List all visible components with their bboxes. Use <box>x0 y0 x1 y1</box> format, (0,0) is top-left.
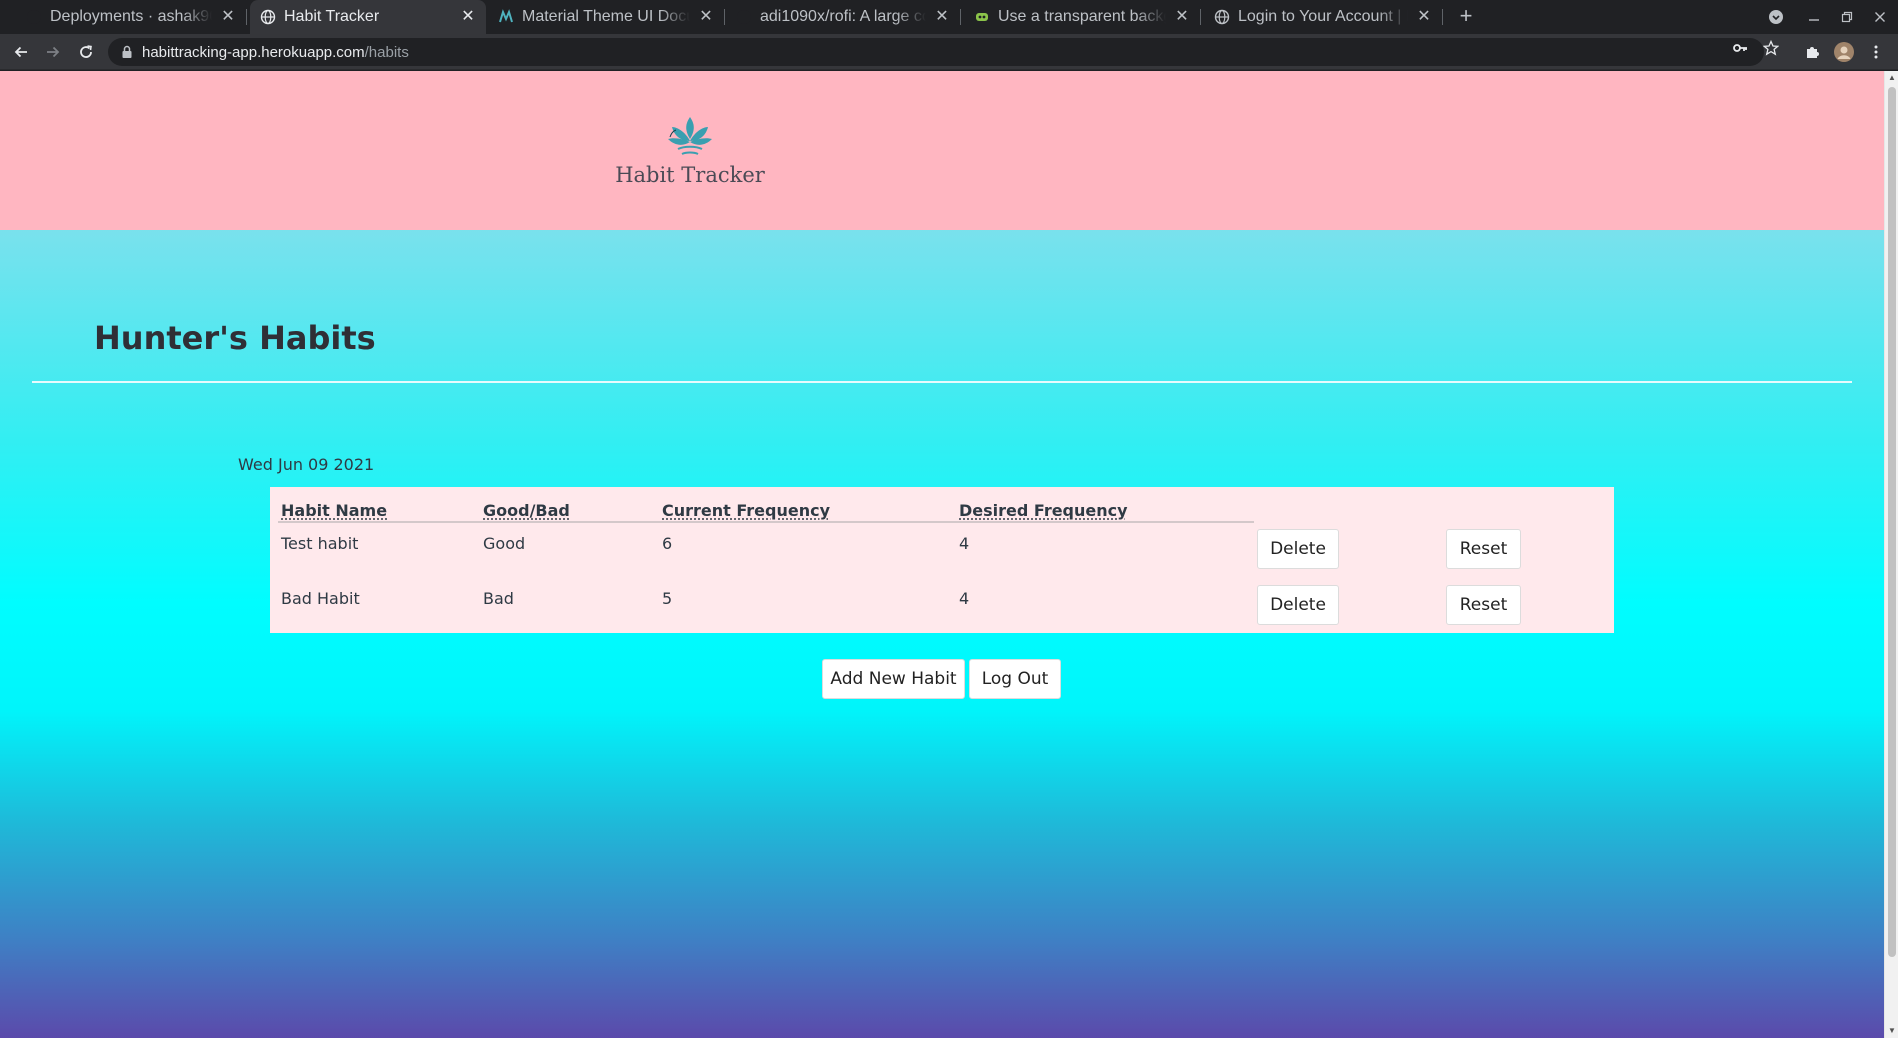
add-new-habit-button[interactable]: Add New Habit <box>822 659 965 699</box>
tab-title: Login to Your Account | Bo <box>1238 8 1408 25</box>
profile-avatar[interactable] <box>1832 40 1856 64</box>
material-theme-icon <box>498 9 514 25</box>
tinypng-icon <box>974 9 990 25</box>
page-viewport: Habit Tracker Hunter's Habits Wed Jun 09… <box>0 71 1884 1038</box>
minimize-icon[interactable] <box>1803 6 1825 28</box>
back-icon[interactable] <box>9 40 33 64</box>
habit-name-cell: Test habit <box>281 534 359 553</box>
page-title: Hunter's Habits <box>94 319 376 357</box>
desired-frequency-cell: 4 <box>959 589 970 608</box>
browser-tab-bar: Deployments · ashak90/p ✕ Habit Tracker … <box>0 0 1898 34</box>
close-tab-icon[interactable]: ✕ <box>698 9 714 25</box>
title-divider <box>32 381 1852 383</box>
more-menu-icon[interactable] <box>1864 40 1888 64</box>
lotus-icon <box>668 117 712 155</box>
tab-material-theme[interactable]: Material Theme UI Docum ✕ <box>490 0 725 34</box>
site-logo[interactable]: Habit Tracker <box>600 115 780 195</box>
logo-text: Habit Tracker <box>615 163 765 187</box>
column-header-current-frequency: Current Frequency <box>662 501 831 520</box>
tab-title: Use a transparent backgr <box>998 8 1166 25</box>
tab-title: Habit Tracker <box>284 8 380 25</box>
column-header-good-bad: Good/Bad <box>483 501 570 520</box>
key-icon[interactable] <box>1732 40 1748 56</box>
lock-icon <box>122 45 132 58</box>
github-icon <box>736 9 752 25</box>
scrollbar-thumb[interactable] <box>1888 87 1896 957</box>
reload-icon[interactable] <box>74 40 98 64</box>
current-frequency-cell: 5 <box>662 589 673 608</box>
close-tab-icon[interactable]: ✕ <box>1416 9 1432 25</box>
url-path: /habits <box>364 43 409 61</box>
reset-button[interactable]: Reset <box>1446 529 1521 569</box>
forward-icon[interactable] <box>41 40 65 64</box>
tab-login[interactable]: Login to Your Account | Bo ✕ <box>1206 0 1443 34</box>
extensions-puzzle-icon[interactable] <box>1800 40 1824 64</box>
habit-name-cell: Bad Habit <box>281 589 360 608</box>
close-window-icon[interactable] <box>1869 6 1891 28</box>
habit-type-cell: Good <box>483 534 526 553</box>
column-header-desired-frequency: Desired Frequency <box>959 501 1128 520</box>
scroll-down-arrow-icon[interactable]: ▼ <box>1888 1027 1896 1035</box>
habits-table: Habit Name Good/Bad Current Frequency De… <box>270 487 1614 633</box>
tab-transparent-background[interactable]: Use a transparent backgr ✕ <box>966 0 1201 34</box>
bookmark-star-icon[interactable] <box>1763 40 1779 56</box>
globe-icon <box>1214 9 1230 25</box>
delete-button[interactable]: Delete <box>1257 585 1339 625</box>
new-tab-button[interactable]: + <box>1454 5 1478 29</box>
url-host: habittracking-app.herokuapp.com <box>142 43 365 61</box>
close-tab-icon[interactable]: ✕ <box>460 9 476 25</box>
date-label: Wed Jun 09 2021 <box>238 455 375 474</box>
tab-deployments[interactable]: Deployments · ashak90/p ✕ <box>18 0 247 34</box>
current-frequency-cell: 6 <box>662 534 673 553</box>
scroll-up-arrow-icon[interactable]: ▲ <box>1888 74 1896 82</box>
tab-title: adi1090x/rofi: A large coll <box>760 8 926 25</box>
github-icon <box>26 9 42 25</box>
close-tab-icon[interactable]: ✕ <box>1174 9 1190 25</box>
column-header-habit-name: Habit Name <box>281 501 388 520</box>
browser-toolbar: habittracking-app.herokuapp.com/habits <box>0 34 1898 70</box>
habit-type-cell: Bad <box>483 589 514 608</box>
close-tab-icon[interactable]: ✕ <box>934 9 950 25</box>
reset-button[interactable]: Reset <box>1446 585 1521 625</box>
tab-habit-tracker[interactable]: Habit Tracker ✕ <box>250 0 486 34</box>
tab-title: Deployments · ashak90/p <box>50 8 212 25</box>
delete-button[interactable]: Delete <box>1257 529 1339 569</box>
address-bar[interactable]: habittracking-app.herokuapp.com/habits <box>108 38 1764 66</box>
tab-rofi[interactable]: adi1090x/rofi: A large coll ✕ <box>728 0 961 34</box>
tab-search-icon[interactable] <box>1765 6 1787 28</box>
close-tab-icon[interactable]: ✕ <box>220 9 236 25</box>
site-header: Habit Tracker <box>0 71 1884 230</box>
page-scrollbar[interactable]: ▲ ▼ <box>1884 71 1898 1038</box>
desired-frequency-cell: 4 <box>959 534 970 553</box>
globe-icon <box>260 9 276 25</box>
restore-icon[interactable] <box>1836 6 1858 28</box>
url-text: habittracking-app.herokuapp.com/habits <box>142 44 409 61</box>
tab-title: Material Theme UI Docum <box>522 8 690 25</box>
log-out-button[interactable]: Log Out <box>969 659 1061 699</box>
table-header-divider <box>278 521 1254 523</box>
